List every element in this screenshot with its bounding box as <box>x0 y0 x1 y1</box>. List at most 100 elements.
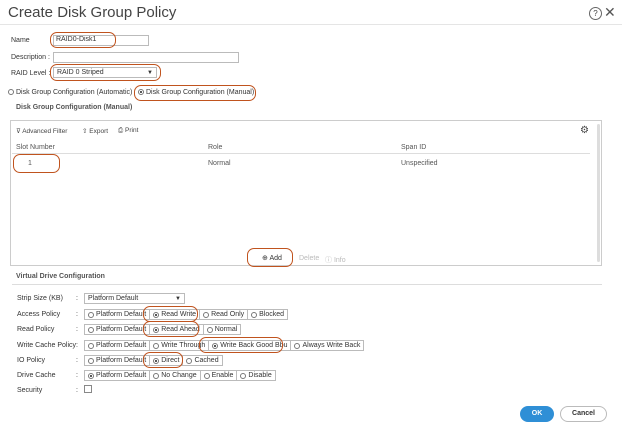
security-colon: : <box>76 387 78 394</box>
radio-indicator <box>88 326 94 333</box>
add-highlight <box>247 248 293 267</box>
option-label: Platform Default <box>96 326 147 333</box>
access-policy-highlight <box>143 306 198 322</box>
description-field[interactable] <box>53 52 239 63</box>
read-policy-label: Read Policy <box>17 326 55 333</box>
option-label: Platform Default <box>96 357 147 364</box>
drive-cache-group: Platform Default No Change Enable Disabl… <box>84 370 276 381</box>
name-highlight <box>50 32 116 48</box>
write-cache-colon: : <box>76 342 78 349</box>
radio-indicator <box>186 357 193 364</box>
read-platform-default[interactable]: Platform Default <box>85 325 151 334</box>
radio-indicator <box>88 311 94 318</box>
info-label: Info <box>333 257 346 264</box>
access-platform-default[interactable]: Platform Default <box>85 310 151 319</box>
info-icon: ⓘ <box>325 257 334 264</box>
delete-button[interactable]: Delete <box>299 255 319 262</box>
drive-cache-enable[interactable]: Enable <box>201 371 238 380</box>
row-role[interactable]: Normal <box>208 160 231 167</box>
radio-indicator <box>153 372 160 379</box>
description-label: Description : <box>11 54 50 61</box>
read-normal[interactable]: Normal <box>204 325 241 334</box>
option-label: Cached <box>194 357 219 364</box>
radio-indicator <box>240 372 247 379</box>
export-button[interactable]: ⇧ Export <box>82 127 108 135</box>
name-label: Name <box>11 37 30 44</box>
advanced-filter-label: Advanced Filter <box>22 128 68 135</box>
export-label: Export <box>89 128 109 135</box>
slot-highlight <box>13 154 60 173</box>
radio-indicator <box>88 372 94 379</box>
option-label: Platform Default <box>96 311 147 318</box>
advanced-filter-button[interactable]: ⊽ Advanced Filter <box>16 127 67 135</box>
radio-automatic-indicator <box>8 89 14 96</box>
radio-indicator <box>206 326 213 333</box>
strip-size-value: Platform Default <box>88 295 139 302</box>
security-checkbox[interactable] <box>84 385 92 393</box>
strip-size-colon: : <box>76 295 78 302</box>
radio-indicator <box>203 311 210 318</box>
manual-section-title: Disk Group Configuration (Manual) <box>16 104 133 111</box>
option-label: Always Write Back <box>302 342 361 349</box>
write-cache-highlight <box>199 337 283 353</box>
io-policy-label: IO Policy <box>17 357 46 364</box>
write-platform-default[interactable]: Platform Default <box>85 341 151 350</box>
raid-level-highlight <box>50 64 161 81</box>
io-cached[interactable]: Cached <box>183 356 221 365</box>
radio-indicator <box>153 342 160 349</box>
radio-indicator <box>203 372 210 379</box>
help-icon[interactable]: ? <box>589 7 602 20</box>
io-policy-highlight <box>143 352 183 368</box>
access-blocked[interactable]: Blocked <box>248 310 287 319</box>
drive-cache-disable[interactable]: Disable <box>237 371 274 380</box>
header-divider <box>0 24 622 25</box>
drive-cache-label: Drive Cache <box>17 372 56 379</box>
io-platform-default[interactable]: Platform Default <box>85 356 151 365</box>
col-role[interactable]: Role <box>208 144 222 151</box>
option-label: Enable <box>211 372 234 379</box>
strip-size-label: Strip Size (KB) <box>17 295 63 302</box>
print-icon: ⎙ <box>118 127 126 134</box>
option-label: Blocked <box>259 311 285 318</box>
info-button[interactable]: ⓘ Info <box>325 255 346 265</box>
col-span-id[interactable]: Span ID <box>401 144 426 151</box>
security-label: Security <box>17 387 43 394</box>
option-label: Platform Default <box>96 372 147 379</box>
access-policy-label: Access Policy <box>17 311 61 318</box>
read-policy-colon: : <box>76 326 78 333</box>
cancel-button[interactable]: Cancel <box>560 406 607 422</box>
drive-cache-no-change[interactable]: No Change <box>150 371 201 380</box>
table-scrollbar[interactable] <box>597 124 600 262</box>
close-icon[interactable]: ✕ <box>604 4 616 21</box>
radio-indicator <box>88 342 94 349</box>
gear-icon[interactable]: ⚙ <box>580 125 589 136</box>
always-write-back[interactable]: Always Write Back <box>291 341 363 350</box>
raid-level-label: RAID Level : <box>11 70 51 77</box>
drive-cache-colon: : <box>76 372 78 379</box>
radio-indicator <box>251 311 258 318</box>
access-policy-colon: : <box>76 311 78 318</box>
header-row-divider <box>12 153 590 154</box>
disk-table <box>10 120 602 266</box>
radio-automatic[interactable]: Disk Group Configuration (Automatic) <box>8 89 132 96</box>
dialog-title: Create Disk Group Policy <box>8 4 177 21</box>
access-read-only[interactable]: Read Only <box>200 310 249 319</box>
radio-indicator <box>88 357 94 364</box>
io-policy-colon: : <box>76 357 78 364</box>
write-cache-policy-label: Write Cache Policy <box>17 342 77 349</box>
option-label: No Change <box>161 372 197 379</box>
virtual-drive-title: Virtual Drive Configuration <box>16 273 105 280</box>
read-policy-highlight <box>143 321 199 337</box>
row-span[interactable]: Unspecified <box>401 160 438 167</box>
option-label: Normal <box>214 326 238 333</box>
option-label: Disable <box>248 372 272 379</box>
ok-button[interactable]: OK <box>520 406 554 422</box>
radio-indicator <box>294 342 301 349</box>
manual-mode-highlight <box>134 85 256 101</box>
print-button[interactable]: ⎙ Print <box>118 127 138 135</box>
strip-size-select[interactable]: Platform Default ▼ <box>84 293 185 304</box>
option-label: Read Only <box>211 311 245 318</box>
col-slot-number[interactable]: Slot Number <box>16 144 55 151</box>
option-label: Platform Default <box>96 342 147 349</box>
drive-cache-platform-default[interactable]: Platform Default <box>85 371 151 380</box>
